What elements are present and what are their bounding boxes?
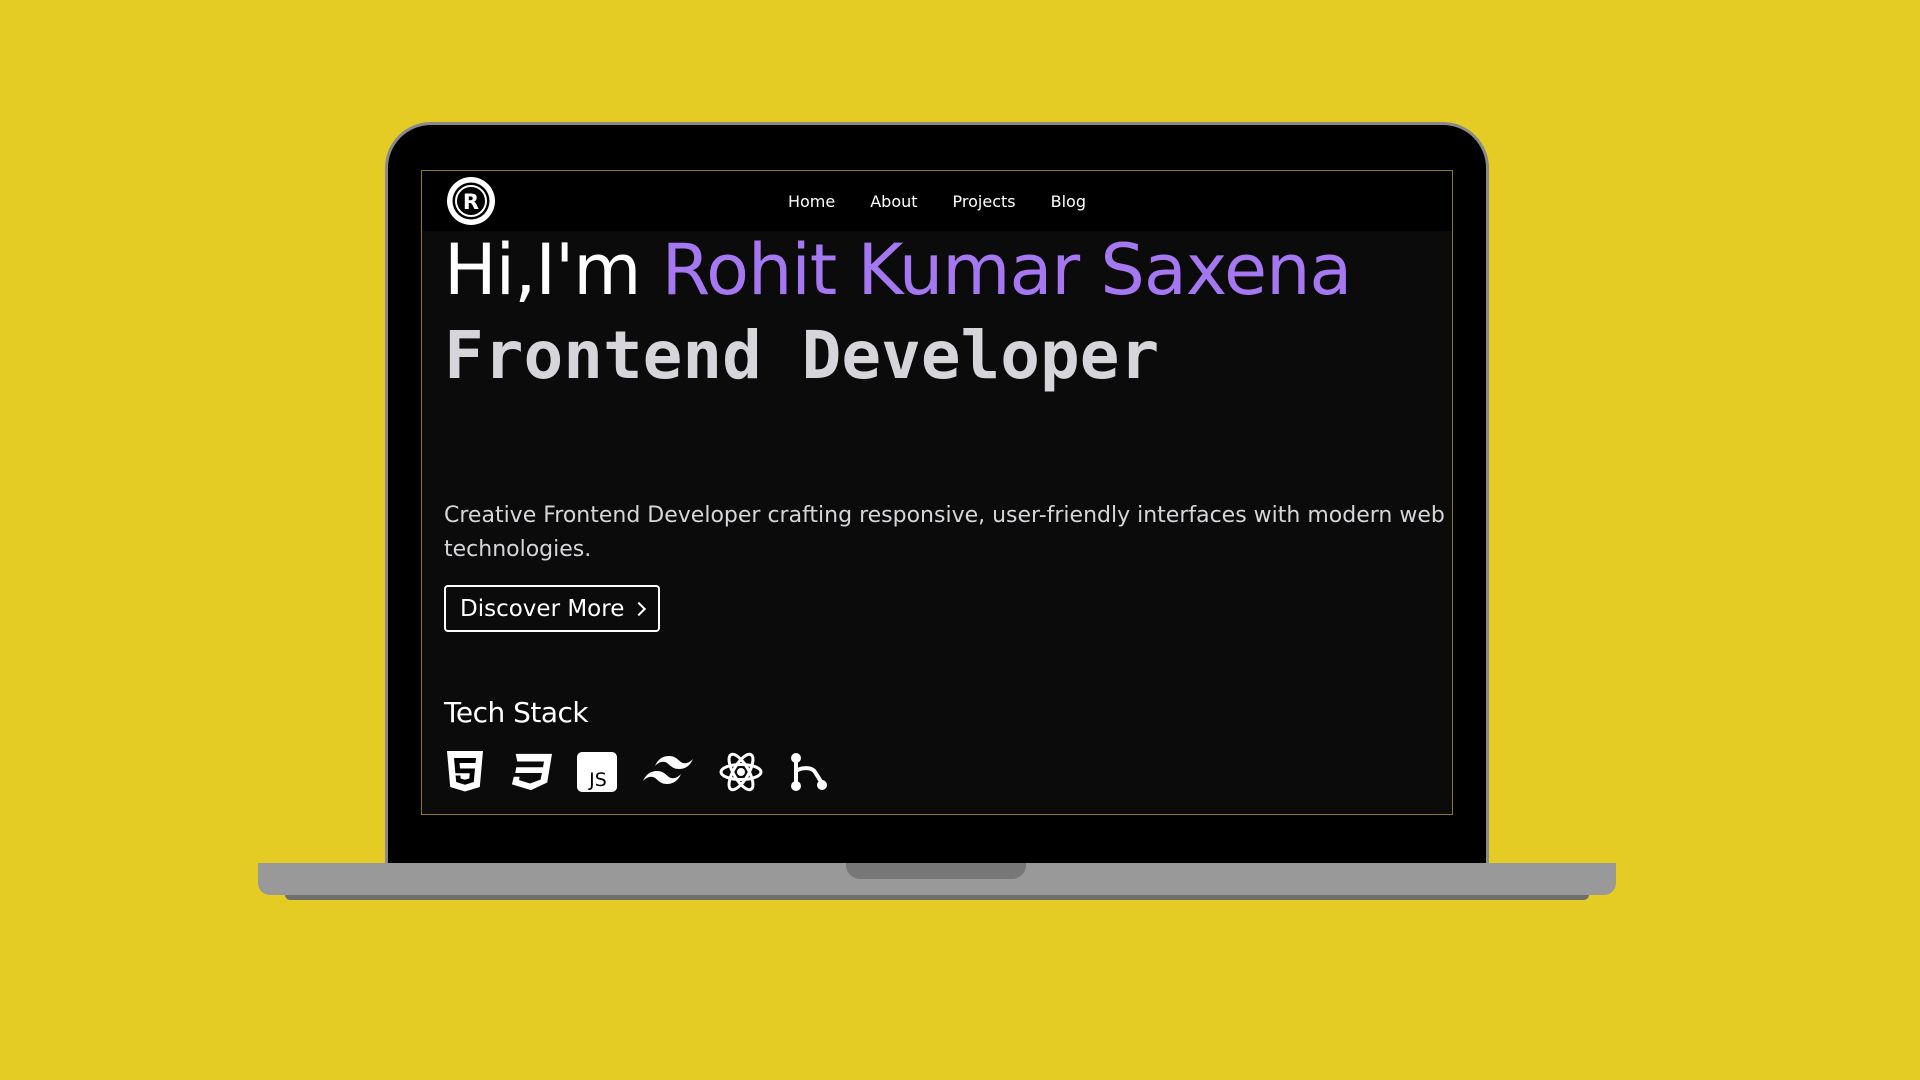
tech-stack-title: Tech Stack (444, 696, 589, 729)
website-screen: R Home About Projects Blog Hi,I'm Rohit … (421, 170, 1453, 815)
javascript-icon: JS (576, 751, 618, 793)
hero-greeting: Hi,I'm (444, 229, 662, 311)
laptop-notch (846, 863, 1026, 879)
nav-blog[interactable]: Blog (1051, 192, 1086, 211)
chevron-right-icon (632, 601, 647, 616)
navbar: R Home About Projects Blog (422, 171, 1452, 231)
nav-links: Home About Projects Blog (422, 171, 1452, 231)
react-icon (718, 751, 764, 793)
nav-projects[interactable]: Projects (953, 192, 1016, 211)
nav-home[interactable]: Home (788, 192, 835, 211)
tailwind-icon (642, 751, 694, 793)
hero-name: Rohit Kumar Saxena (661, 229, 1353, 311)
git-icon (788, 751, 830, 793)
hero-role: Frontend Developer (444, 317, 1160, 394)
tech-stack-icons: JS (444, 751, 830, 793)
discover-more-button[interactable]: Discover More (444, 585, 661, 632)
discover-more-label: Discover More (460, 595, 625, 622)
laptop-base-shadow (285, 895, 1589, 900)
hero-heading: Hi,I'm Rohit Kumar Saxena (444, 225, 1353, 316)
css3-icon (510, 751, 552, 793)
js-label: JS (588, 769, 607, 791)
nav-about[interactable]: About (870, 192, 917, 211)
html5-icon (444, 751, 486, 793)
hero-description: Creative Frontend Developer crafting res… (444, 503, 1445, 562)
